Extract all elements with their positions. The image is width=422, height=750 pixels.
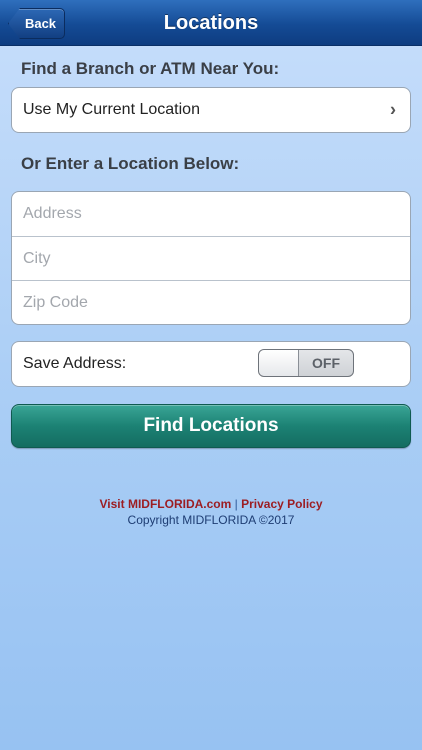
city-row: [12, 236, 410, 280]
city-input[interactable]: [23, 249, 393, 268]
manual-heading: Or Enter a Location Below:: [21, 154, 240, 173]
nearby-heading: Find a Branch or ATM Near You:: [21, 59, 280, 78]
toggle-knob: [259, 350, 299, 376]
zip-code-input[interactable]: [23, 293, 393, 312]
address-input[interactable]: [23, 205, 393, 223]
zip-row: [12, 280, 410, 324]
find-locations-button[interactable]: Find Locations: [11, 404, 411, 448]
save-address-label: Save Address:: [23, 355, 127, 372]
navigation-bar: Back Locations: [0, 0, 422, 46]
visit-website-link[interactable]: Visit MIDFLORIDA.com: [100, 497, 232, 511]
save-address-toggle[interactable]: OFF: [258, 349, 354, 377]
use-current-location-row[interactable]: Use My Current Location ›: [12, 88, 410, 132]
footer-separator: |: [234, 497, 238, 511]
save-address-card: Save Address: OFF: [11, 341, 411, 387]
chevron-right-icon: ›: [390, 99, 396, 120]
current-location-label: Use My Current Location: [23, 101, 200, 118]
page-title: Locations: [163, 11, 259, 34]
address-row: [12, 192, 410, 236]
location-form-card: [11, 191, 411, 325]
copyright-text: Copyright MIDFLORIDA ©2017: [127, 513, 295, 527]
save-address-row: Save Address: OFF: [12, 342, 410, 386]
toggle-state-label: OFF: [312, 355, 340, 371]
footer: Visit MIDFLORIDA.com | Privacy Policy Co…: [0, 496, 422, 528]
current-location-card: Use My Current Location ›: [11, 87, 411, 133]
privacy-policy-link[interactable]: Privacy Policy: [241, 497, 322, 511]
